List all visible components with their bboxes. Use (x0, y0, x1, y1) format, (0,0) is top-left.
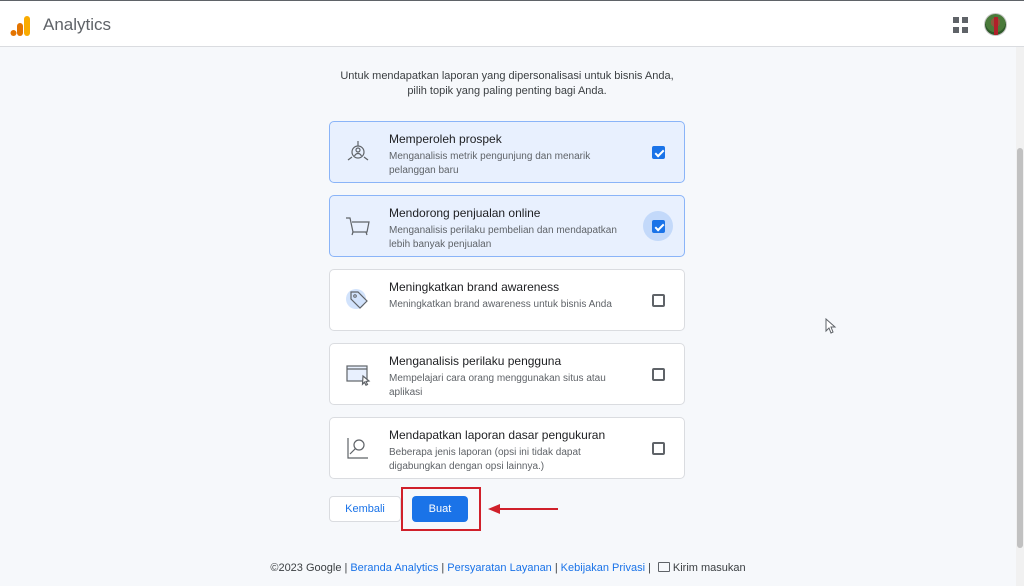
option-description: Beberapa jenis laporan (opsi ini tidak d… (389, 447, 581, 472)
shopping-cart-icon (346, 217, 370, 236)
user-avatar[interactable] (984, 13, 1007, 36)
option-title: Memperoleh prospek (389, 132, 502, 146)
footer-copyright: ©2023 Google (270, 562, 342, 574)
back-button[interactable]: Kembali (329, 496, 401, 522)
option-card-memperoleh-prospek[interactable]: Memperoleh prospek Menganalisis metrik p… (329, 121, 685, 183)
intro-text: Untuk mendapatkan laporan yang dipersona… (329, 69, 685, 99)
magnifier-report-icon (347, 438, 368, 459)
intro-line-1: Untuk mendapatkan laporan yang dipersona… (340, 70, 674, 82)
analytics-logo-icon[interactable] (10, 15, 32, 37)
option-description: Menganalisis metrik pengunjung dan menar… (389, 151, 591, 176)
app-title: Analytics (43, 15, 112, 34)
option-checkbox[interactable] (652, 220, 665, 233)
footer-link-persyaratan[interactable]: Persyaratan Layanan (447, 562, 552, 574)
option-title: Menganalisis perilaku pengguna (389, 354, 562, 368)
option-description: Mempelajari cara orang menggunakan situs… (389, 373, 606, 398)
option-description: Meningkatkan brand awareness untuk bisni… (389, 299, 612, 310)
target-user-icon (347, 141, 369, 161)
create-button[interactable]: Buat (412, 496, 468, 522)
page-heading-clipped (464, 38, 476, 46)
option-description: Menganalisis perilaku pembelian dan mend… (389, 225, 617, 250)
option-checkbox[interactable] (652, 368, 665, 381)
feedback-icon[interactable] (657, 562, 670, 572)
option-title: Mendorong penjualan online (389, 206, 541, 220)
option-card-perilaku-pengguna[interactable]: Menganalisis perilaku pengguna Mempelaja… (329, 343, 685, 405)
top-app-bar: Analytics (0, 0, 1024, 47)
footer: ©2023 Google | Beranda Analytics | Persyarat… (270, 562, 746, 574)
option-card-brand-awareness[interactable]: Meningkatkan brand awareness Meningkatka… (329, 269, 685, 331)
option-checkbox[interactable] (652, 442, 665, 455)
apps-grid-icon[interactable] (953, 17, 969, 33)
annotation-arrow-icon (488, 504, 558, 514)
mouse-cursor-icon (825, 318, 837, 334)
intro-line-2: pilih topik yang paling penting bagi And… (407, 85, 607, 97)
option-checkbox[interactable] (652, 294, 665, 307)
screen-cursor-icon (346, 365, 371, 386)
option-title: Mendapatkan laporan dasar pengukuran (389, 428, 606, 442)
option-title: Meningkatkan brand awareness (389, 280, 560, 294)
option-checkbox[interactable] (652, 146, 665, 159)
option-card-laporan-dasar[interactable]: Mendapatkan laporan dasar pengukuran Beb… (329, 417, 685, 479)
tag-icon (346, 289, 368, 309)
footer-link-kebijakan[interactable]: Kebijakan Privasi (561, 562, 645, 574)
footer-feedback[interactable]: Kirim masukan (673, 562, 746, 574)
option-card-mendorong-penjualan[interactable]: Mendorong penjualan online Menganalisis … (329, 195, 685, 257)
scrollbar-thumb[interactable] (1017, 148, 1023, 548)
footer-link-beranda[interactable]: Beranda Analytics (350, 562, 438, 574)
